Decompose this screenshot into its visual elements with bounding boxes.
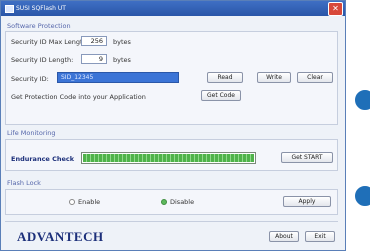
length-unit: bytes	[113, 56, 131, 64]
security-id-max-length-label: Security ID Max Length:	[11, 38, 89, 46]
life-monitoring-section-title: Life Monitoring	[7, 129, 56, 137]
close-icon: ✕	[332, 4, 339, 13]
software-protection-section-title: Software Protection	[7, 22, 71, 30]
enable-radio[interactable]	[69, 199, 75, 205]
exit-button[interactable]: Exit	[305, 231, 335, 242]
disable-label: Disable	[170, 198, 195, 206]
get-start-button[interactable]: Get START	[281, 152, 333, 163]
security-id-label: Security ID:	[11, 75, 49, 83]
clear-button[interactable]: Clear	[297, 72, 333, 83]
enable-label: Enable	[78, 198, 101, 206]
security-id-max-length-field[interactable]: 256	[81, 36, 107, 46]
endurance-check-label: Endurance Check	[11, 155, 75, 163]
flash-lock-section-title: Flash Lock	[7, 179, 41, 187]
endurance-progress-fill	[83, 154, 254, 162]
protection-code-label: Get Protection Code into your Applicatio…	[11, 93, 146, 101]
app-icon	[5, 5, 14, 13]
about-button[interactable]: About	[269, 231, 299, 242]
max-length-unit: bytes	[113, 38, 131, 46]
get-code-button[interactable]: Get Code	[201, 90, 241, 101]
advantech-logo: ADVANTECH	[17, 229, 104, 244]
endurance-progress-bar	[81, 152, 256, 164]
read-button[interactable]: Read	[207, 72, 243, 83]
footer-divider	[5, 221, 338, 222]
disable-radio[interactable]	[161, 199, 167, 205]
security-id-length-field[interactable]: 9	[81, 54, 107, 64]
side-bullet-marker	[354, 89, 370, 111]
security-id-field[interactable]: SID_12345	[57, 72, 179, 83]
sqflash-utility-window: SUSI SQFlash UT ✕ Software Protection Se…	[0, 0, 346, 251]
title-bar[interactable]: SUSI SQFlash UT ✕	[1, 1, 345, 16]
close-button[interactable]: ✕	[328, 2, 343, 16]
apply-button[interactable]: Apply	[283, 196, 331, 207]
write-button[interactable]: Write	[257, 72, 291, 83]
side-bullet-marker	[354, 185, 370, 207]
security-id-length-label: Security ID Length:	[11, 56, 74, 64]
window-title: SUSI SQFlash UT	[16, 5, 66, 12]
